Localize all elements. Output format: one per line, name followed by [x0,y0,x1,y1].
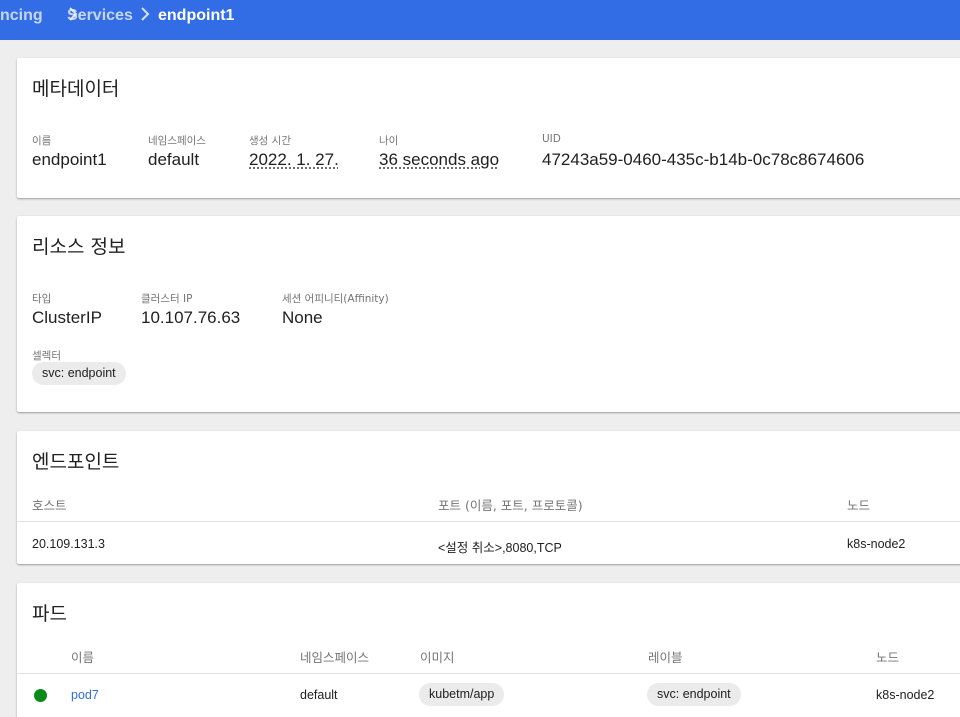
top-bar: ncing Services endpoint1 [0,0,960,40]
metadata-card: 메타데이터 이름 endpoint1 네임스페이스 default 생성 시간 … [17,58,960,198]
breadcrumb-item-services[interactable]: Services [67,7,133,25]
table-divider [17,673,960,674]
endpoint-host: 20.109.131.3 [32,537,105,551]
column-header-host: 호스트 [32,498,67,513]
name-value: endpoint1 [32,150,107,169]
selector-chip: svc: endpoint [32,362,126,385]
type-value: ClusterIP [32,308,102,327]
pod-node: k8s-node2 [876,688,935,702]
namespace-label: 네임스페이스 [148,135,206,147]
affinity-label: 세션 어피니티(Affinity) [282,293,389,305]
created-value[interactable]: 2022. 1. 27. [249,150,339,170]
cluster-ip-label: 클러스터 IP [141,293,193,305]
uid-label: UID [542,133,561,145]
table-divider [17,521,960,522]
affinity-value: None [282,308,323,327]
pod-label-chip: svc: endpoint [647,683,741,706]
cluster-ip-value: 10.107.76.63 [141,308,241,327]
column-header-image: 이미지 [420,650,455,665]
metadata-title: 메타데이터 [32,78,120,100]
column-header-name: 이름 [71,650,95,665]
resource-info-card: 리소스 정보 타입 ClusterIP 클러스터 IP 10.107.76.63… [17,216,960,412]
namespace-value: default [148,150,200,169]
pods-title: 파드 [32,603,67,625]
column-header-node: 노드 [847,498,871,513]
pods-card: 파드 이름 네임스페이스 이미지 레이블 노드 pod7 default kub… [17,583,960,717]
status-running-icon [34,689,47,702]
breadcrumb-current: endpoint1 [158,7,235,24]
age-label: 나이 [379,135,399,147]
selector-label: 셀렉터 [32,350,61,362]
type-label: 타입 [32,293,52,305]
resource-info-title: 리소스 정보 [32,236,126,258]
endpoint-node: k8s-node2 [847,537,906,551]
endpoints-title: 엔드포인트 [32,451,120,473]
uid-value: 47243a59-0460-435c-b14b-0c78c8674606 [542,150,865,169]
column-header-namespace: 네임스페이스 [300,650,370,665]
name-label: 이름 [32,135,52,147]
column-header-node: 노드 [876,650,900,665]
column-header-ports: 포트 (이름, 포트, 프로토콜) [438,498,583,513]
breadcrumb-item-loadbalancing[interactable]: ncing [0,7,43,25]
pod-image-chip: kubetm/app [419,683,505,706]
created-label: 생성 시간 [249,135,291,147]
chevron-right-icon [141,7,150,21]
column-header-labels: 레이블 [648,650,683,665]
endpoint-ports: <설정 취소>,8080,TCP [438,541,562,555]
pod-namespace: default [300,688,338,702]
endpoints-card: 엔드포인트 호스트 포트 (이름, 포트, 프로토콜) 노드 20.109.13… [17,431,960,564]
age-value[interactable]: 36 seconds ago [379,150,499,170]
pod-name-link[interactable]: pod7 [71,688,99,702]
